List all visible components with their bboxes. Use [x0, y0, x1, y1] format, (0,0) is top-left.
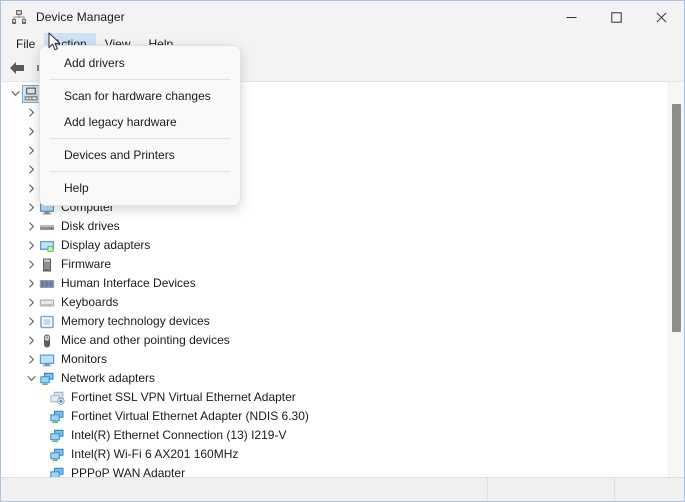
- tree-category-label: Disk drives: [61, 219, 120, 233]
- chevron-right-icon[interactable]: [23, 236, 39, 255]
- computer-icon: [22, 84, 40, 103]
- tree-category-row[interactable]: Mice and other pointing devices: [1, 331, 668, 350]
- monitor-icon: [39, 352, 55, 368]
- chevron-right-icon[interactable]: [23, 255, 39, 274]
- minimize-icon: [566, 16, 577, 18]
- menu-option-label: Help: [64, 181, 89, 195]
- menu-option-label: Scan for hardware changes: [64, 89, 211, 103]
- tree-category-row[interactable]: Memory technology devices: [1, 312, 668, 331]
- tree-device-row[interactable]: Fortinet SSL VPN Virtual Ethernet Adapte…: [1, 388, 668, 407]
- close-icon: [656, 11, 667, 23]
- tree-category-label: Monitors: [61, 352, 108, 366]
- chevron-right-icon[interactable]: [23, 331, 39, 350]
- tree-category-label: Human Interface Devices: [61, 276, 196, 290]
- tree-category-row[interactable]: Display adapters: [1, 236, 668, 255]
- chevron-right-icon[interactable]: [23, 103, 39, 122]
- network-adapter-icon: [49, 409, 65, 425]
- chevron-right-icon[interactable]: [23, 198, 39, 217]
- tree-device-label: Intel(R) Wi-Fi 6 AX201 160MHz: [71, 447, 239, 461]
- menu-option[interactable]: Add drivers: [40, 50, 240, 76]
- tree-device-row[interactable]: Intel(R) Ethernet Connection (13) I219-V: [1, 426, 668, 445]
- tree-category-label: Mice and other pointing devices: [61, 333, 230, 347]
- menu-separator: [50, 171, 230, 172]
- status-cell-main: [1, 478, 487, 501]
- tree-category-row[interactable]: Monitors: [1, 350, 668, 369]
- tree-category-row[interactable]: Disk drives: [1, 217, 668, 236]
- device-manager-window: Device Manager File Action View Help Com…: [0, 0, 685, 502]
- chevron-down-icon[interactable]: [23, 369, 39, 388]
- menu-option-label: Add legacy hardware: [64, 115, 177, 129]
- chevron-down-icon[interactable]: [7, 84, 23, 103]
- vertical-scrollbar[interactable]: [668, 82, 684, 477]
- chevron-right-icon[interactable]: [23, 122, 39, 141]
- scrollbar-thumb[interactable]: [672, 104, 681, 332]
- chevron-right-icon[interactable]: [23, 217, 39, 236]
- network-adapter-icon: [49, 466, 65, 477]
- window-title: Device Manager: [36, 10, 125, 24]
- tree-device-row[interactable]: PPPoP WAN Adapter: [1, 464, 668, 477]
- chevron-right-icon[interactable]: [23, 312, 39, 331]
- chevron-right-icon[interactable]: [23, 179, 39, 198]
- tree-category-label: Memory technology devices: [61, 314, 210, 328]
- status-cell-tertiary: [614, 478, 684, 501]
- tree-category-row[interactable]: Firmware: [1, 255, 668, 274]
- tree-device-label: Fortinet Virtual Ethernet Adapter (NDIS …: [71, 409, 309, 423]
- firmware-icon: [39, 257, 55, 273]
- tree-category-row[interactable]: Human Interface Devices: [1, 274, 668, 293]
- menu-option[interactable]: Scan for hardware changes: [40, 83, 240, 109]
- memory-icon: [39, 314, 55, 330]
- chevron-right-icon[interactable]: [23, 293, 39, 312]
- network-adapter-icon: [39, 371, 55, 387]
- tree-device-label: Intel(R) Ethernet Connection (13) I219-V: [71, 428, 287, 442]
- device-manager-icon: [11, 9, 27, 25]
- window-controls: [549, 1, 684, 33]
- chevron-right-icon[interactable]: [23, 160, 39, 179]
- back-arrow-icon: [10, 62, 24, 74]
- menu-file-label: File: [16, 37, 36, 51]
- chevron-right-icon[interactable]: [23, 350, 39, 369]
- chevron-right-icon[interactable]: [23, 141, 39, 160]
- minimize-button[interactable]: [549, 1, 594, 33]
- tree-category-label: Display adapters: [61, 238, 151, 252]
- maximize-icon: [611, 11, 622, 23]
- menu-option-label: Devices and Printers: [64, 148, 175, 162]
- menu-option-label: Add drivers: [64, 56, 125, 70]
- network-adapter-badge-icon: [49, 390, 65, 406]
- menu-option[interactable]: Devices and Printers: [40, 142, 240, 168]
- tree-device-row[interactable]: Fortinet Virtual Ethernet Adapter (NDIS …: [1, 407, 668, 426]
- action-dropdown-menu[interactable]: Add drivers Scan for hardware changes Add …: [39, 45, 241, 206]
- menu-option[interactable]: Help: [40, 175, 240, 201]
- close-button[interactable]: [639, 1, 684, 33]
- status-cell-secondary: [487, 478, 614, 501]
- tree-category-row[interactable]: Keyboards: [1, 293, 668, 312]
- menu-separator: [50, 79, 230, 80]
- mouse-icon: [39, 333, 55, 349]
- status-bar: [1, 477, 684, 501]
- tree-category-label: Network adapters: [61, 371, 156, 385]
- maximize-button[interactable]: [594, 1, 639, 33]
- tree-device-label: PPPoP WAN Adapter: [71, 466, 186, 477]
- menu-option[interactable]: Add legacy hardware: [40, 109, 240, 135]
- tree-device-label: Fortinet SSL VPN Virtual Ethernet Adapte…: [71, 390, 296, 404]
- keyboard-icon: [39, 295, 55, 311]
- disk-drive-icon: [39, 219, 55, 235]
- network-adapter-icon: [49, 428, 65, 444]
- menu-separator: [50, 138, 230, 139]
- tree-category-label: Keyboards: [61, 295, 119, 309]
- tree-category-row[interactable]: Network adapters: [1, 369, 668, 388]
- tree-category-label: Firmware: [61, 257, 111, 271]
- network-adapter-icon: [49, 447, 65, 463]
- display-adapter-icon: [39, 238, 55, 254]
- tree-device-row[interactable]: Intel(R) Wi-Fi 6 AX201 160MHz: [1, 445, 668, 464]
- title-bar: Device Manager: [1, 1, 684, 33]
- back-button[interactable]: [6, 57, 28, 79]
- chevron-right-icon[interactable]: [23, 274, 39, 293]
- hid-icon: [39, 276, 55, 292]
